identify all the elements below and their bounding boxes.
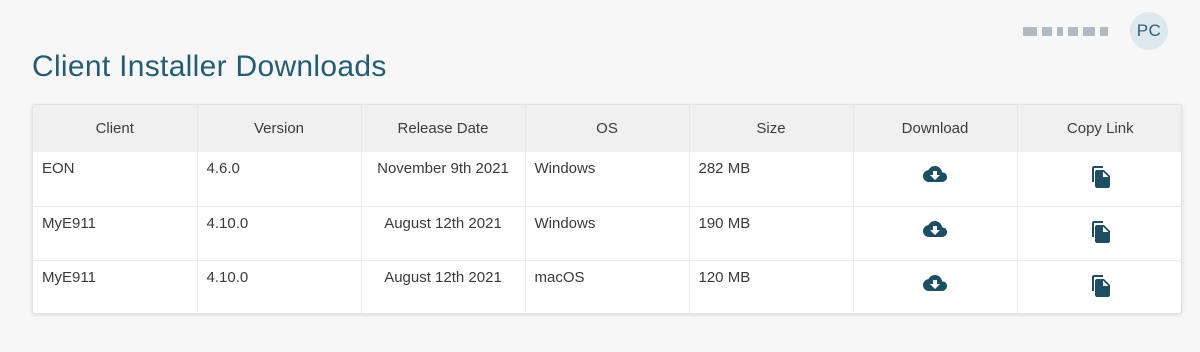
cloud-download-icon[interactable] (923, 220, 947, 242)
cell-size: 190 MB (689, 206, 854, 260)
column-header-download: Download (853, 105, 1018, 152)
column-header-os[interactable]: OS (525, 105, 690, 152)
column-header-size[interactable]: Size (689, 105, 854, 152)
avatar[interactable]: PC (1130, 12, 1168, 50)
cell-client: MyE911 (33, 260, 198, 313)
cell-release-date: August 12th 2021 (361, 260, 526, 313)
cloud-download-icon[interactable] (923, 274, 947, 296)
cell-client: EON (33, 152, 198, 206)
page-title: Client Installer Downloads (32, 50, 387, 83)
copy-icon[interactable] (1091, 274, 1110, 301)
cell-os: macOS (525, 260, 690, 313)
cell-download (853, 260, 1018, 313)
cell-size: 120 MB (689, 260, 854, 313)
cell-version: 4.10.0 (197, 206, 362, 260)
table-row: MyE911 4.10.0 August 12th 2021 Windows 1… (33, 206, 1181, 260)
column-header-version[interactable]: Version (197, 105, 362, 152)
column-header-release-date[interactable]: Release Date (361, 105, 526, 152)
cell-release-date: August 12th 2021 (361, 206, 526, 260)
cell-copy-link (1017, 206, 1181, 260)
cell-size: 282 MB (689, 152, 854, 206)
cell-client: MyE911 (33, 206, 198, 260)
table-row: EON 4.6.0 November 9th 2021 Windows 282 … (33, 152, 1181, 206)
table-header-row: Client Version Release Date OS Size Down… (33, 105, 1181, 152)
cell-os: Windows (525, 152, 690, 206)
cell-download (853, 206, 1018, 260)
page: PC Client Installer Downloads Client Ver… (0, 0, 1200, 352)
downloads-table: Client Version Release Date OS Size Down… (33, 105, 1181, 313)
copy-icon[interactable] (1091, 220, 1110, 247)
cell-release-date: November 9th 2021 (361, 152, 526, 206)
cell-version: 4.10.0 (197, 260, 362, 313)
cell-os: Windows (525, 206, 690, 260)
table-row: MyE911 4.10.0 August 12th 2021 macOS 120… (33, 260, 1181, 313)
copy-icon[interactable] (1091, 166, 1110, 192)
cloud-download-icon[interactable] (923, 166, 947, 187)
column-header-client[interactable]: Client (33, 105, 198, 152)
cell-copy-link (1017, 152, 1181, 206)
downloads-table-card: Client Version Release Date OS Size Down… (32, 104, 1182, 314)
cell-version: 4.6.0 (197, 152, 362, 206)
cell-copy-link (1017, 260, 1181, 313)
user-area[interactable]: PC (1023, 12, 1168, 50)
user-name-blurred (1023, 26, 1108, 36)
column-header-copy-link: Copy Link (1066, 120, 1134, 137)
cell-download (853, 152, 1018, 206)
